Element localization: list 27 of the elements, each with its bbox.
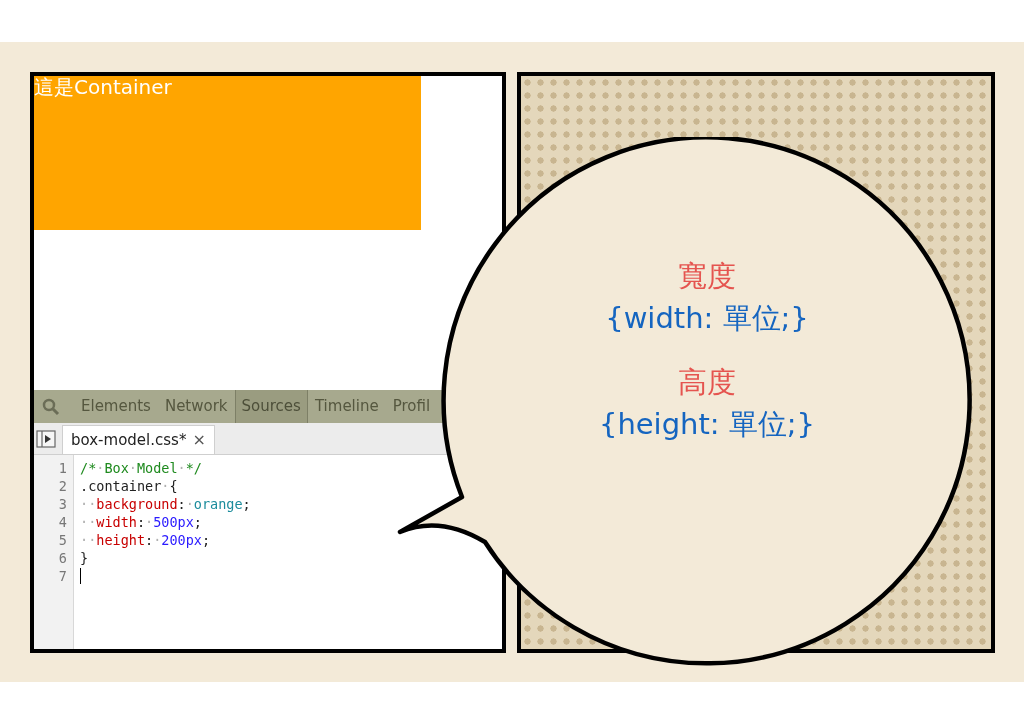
code-line: ··height:·200px; [80, 531, 211, 549]
line-number: 2 [57, 477, 67, 495]
line-number: 6 [57, 549, 67, 567]
file-tab[interactable]: box-model.css* × [62, 425, 215, 454]
code-line: ··background:·orange; [80, 495, 251, 513]
code-line: ··width:·500px; [80, 513, 202, 531]
css-syntax: {height: 單位;} [598, 406, 816, 443]
code-line: /*·Box·Model·*/ [80, 459, 202, 477]
code-line: .container·{ [80, 477, 178, 495]
file-name: box-model.css* [71, 429, 187, 451]
container-label: 這是Container [34, 76, 172, 99]
term-heading: 寬度 [678, 258, 736, 295]
devtools-tab[interactable]: Elements [74, 390, 158, 423]
css-syntax: {width: 單位;} [605, 300, 809, 337]
line-number: 7 [57, 567, 67, 585]
line-number: 5 [57, 531, 67, 549]
devtools-tab[interactable]: Sources [234, 390, 308, 423]
play-panel-icon[interactable] [36, 430, 56, 448]
close-tab-button[interactable]: × [192, 428, 206, 452]
devtools-tab[interactable]: Timeline [307, 390, 386, 423]
devtools-tab[interactable]: Profil [385, 390, 438, 423]
line-number: 3 [57, 495, 67, 513]
line-number: 4 [57, 513, 67, 531]
code-line: } [80, 549, 89, 567]
line-number: 1 [57, 459, 67, 477]
term-heading: 高度 [678, 364, 736, 401]
devtools-tab[interactable]: Network [157, 390, 235, 423]
